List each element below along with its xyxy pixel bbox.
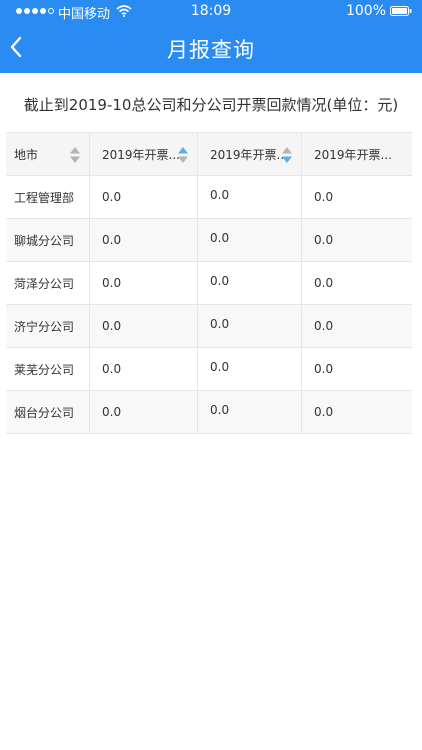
city-cell: 聊城分公司 (6, 219, 90, 261)
value-cell: 0.0 (90, 219, 198, 261)
value-cell: 0.0 (314, 190, 334, 204)
value-cell: 0.0 (90, 305, 198, 347)
value-cell: 0.0 (314, 233, 334, 247)
city-cell: 烟台分公司 (6, 391, 90, 433)
city-cell: 工程管理部 (6, 176, 90, 218)
table-header-row: 地市 2019年开票... 2019年开票... 2019年开票... (6, 133, 412, 176)
header-column-2[interactable]: 2019年开票... (198, 133, 302, 175)
header-column-3[interactable]: 2019年开票... (302, 133, 412, 175)
value-cell: 0.0 (90, 262, 198, 304)
value-cell: 0.0 (198, 262, 302, 304)
value-cell: 0.0 (314, 319, 334, 333)
city-cell: 菏泽分公司 (6, 262, 90, 304)
navigation-bar: 月报查询 (0, 22, 422, 73)
table-row[interactable]: 济宁分公司 0.0 0.0 0.0 (6, 305, 412, 348)
table-row[interactable]: 菏泽分公司 0.0 0.0 0.0 (6, 262, 412, 305)
battery-percent: 100% (345, 3, 386, 19)
value-cell: 0.0 (90, 348, 198, 390)
top-bar: 中国移动 18:09 100% 月报查询 (0, 0, 422, 73)
city-cell: 莱芜分公司 (6, 348, 90, 390)
table-row[interactable]: 聊城分公司 0.0 0.0 0.0 (6, 219, 412, 262)
page-title: 月报查询 (167, 38, 255, 62)
value-cell: 0.0 (314, 362, 334, 376)
table-row[interactable]: 莱芜分公司 0.0 0.0 0.0 (6, 348, 412, 391)
value-cell: 0.0 (198, 348, 302, 390)
report-subtitle: 截止到2019-10总公司和分公司开票回款情况(单位：元) (23, 96, 399, 114)
table-row[interactable]: 工程管理部 0.0 0.0 0.0 (6, 176, 412, 219)
value-cell: 0.0 (198, 305, 302, 347)
header-city[interactable]: 地市 (6, 133, 90, 175)
value-cell: 0.0 (198, 176, 302, 218)
sort-icon[interactable] (281, 146, 293, 164)
value-cell: 0.0 (90, 391, 198, 433)
screen: 中国移动 18:09 100% 月报查询 截止到2019-10总公司和分公司开票… (0, 0, 422, 750)
battery-icon (390, 6, 412, 16)
report-table: 地市 2019年开票... 2019年开票... 2019年开票... 工程管理… (6, 132, 412, 434)
sort-icon[interactable] (69, 146, 81, 164)
sort-icon[interactable] (177, 146, 189, 164)
value-cell: 0.0 (314, 405, 334, 419)
header-column-1[interactable]: 2019年开票... (90, 133, 198, 175)
city-cell: 济宁分公司 (6, 305, 90, 347)
value-cell: 0.0 (198, 391, 302, 433)
value-cell: 0.0 (90, 176, 198, 218)
value-cell: 0.0 (314, 276, 334, 290)
table-row[interactable]: 烟台分公司 0.0 0.0 0.0 (6, 391, 412, 434)
status-bar: 中国移动 18:09 100% (0, 0, 422, 22)
value-cell: 0.0 (198, 219, 302, 261)
